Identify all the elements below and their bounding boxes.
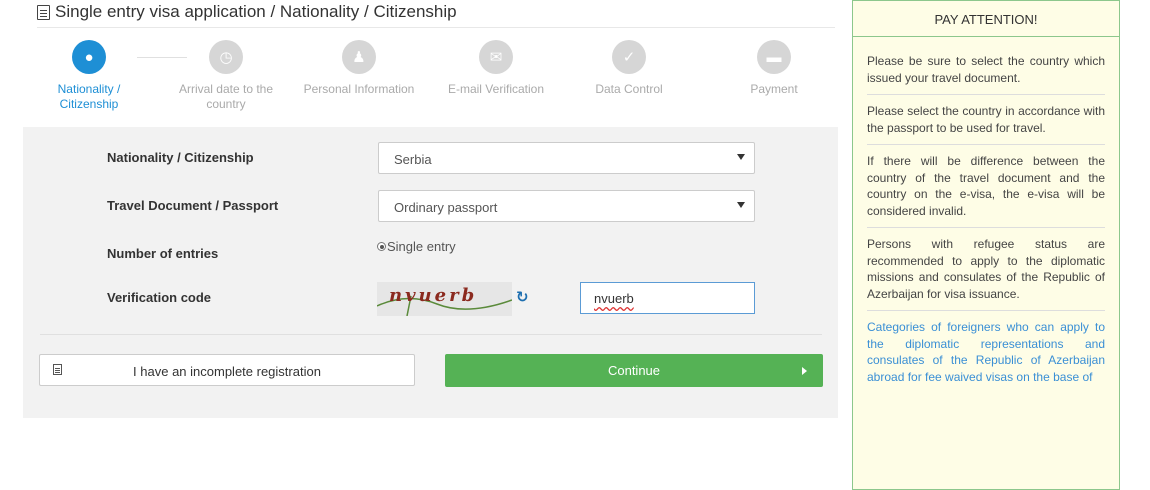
chevron-down-icon <box>737 154 745 160</box>
fee-waived-visas-link[interactable]: Categories of foreigners who can apply t… <box>867 319 1105 385</box>
document-icon <box>37 4 50 20</box>
entries-label: Number of entries <box>107 246 219 261</box>
step-label: E-mail Verification <box>447 82 545 96</box>
clock-icon: ◷ <box>209 40 243 74</box>
title-divider <box>37 27 835 28</box>
attention-title: PAY ATTENTION! <box>853 1 1119 37</box>
step-label: Arrival date to the country <box>178 82 274 111</box>
envelope-icon: ✉ <box>479 40 513 74</box>
step-data-control: ✓ Data Control <box>554 40 704 97</box>
travel-document-select[interactable]: Ordinary passport <box>378 190 755 222</box>
user-icon: ♟ <box>342 40 376 74</box>
radio-selected-icon <box>377 242 386 251</box>
page-title-text: Single entry visa application / National… <box>55 2 457 21</box>
incomplete-registration-label: I have an incomplete registration <box>133 364 321 379</box>
form-divider <box>40 334 822 335</box>
continue-label: Continue <box>607 363 661 378</box>
verification-code-input[interactable]: nvuerb <box>580 282 755 314</box>
step-label: Personal Information <box>303 82 415 96</box>
credit-card-icon: ▬ <box>757 40 791 74</box>
step-arrival-date: ◷ Arrival date to the country <box>151 40 301 112</box>
captcha-image: nvuerb <box>377 282 512 316</box>
progress-stepper: ● Nationality / Citizenship ◷ Arrival da… <box>44 40 834 125</box>
attention-text: Persons with refugee status are recommen… <box>867 236 1105 311</box>
attention-body: Please be sure to select the country whi… <box>853 37 1119 385</box>
arrow-right-icon <box>802 367 807 375</box>
refresh-icon[interactable]: ↻ <box>516 288 529 306</box>
incomplete-registration-button[interactable]: I have an incomplete registration <box>39 354 415 386</box>
continue-button[interactable]: Continue <box>445 354 823 387</box>
nationality-label: Nationality / Citizenship <box>107 150 254 165</box>
step-email-verification: ✉ E-mail Verification <box>421 40 571 97</box>
step-label: Payment <box>750 82 798 96</box>
step-label: Data Control <box>595 82 663 96</box>
travel-document-label: Travel Document / Passport <box>107 198 279 213</box>
step-nationality[interactable]: ● Nationality / Citizenship <box>14 40 164 112</box>
step-personal-info: ♟ Personal Information <box>284 40 434 97</box>
single-entry-label: Single entry <box>387 239 456 254</box>
verification-label: Verification code <box>107 290 212 305</box>
captcha-text: nvuerb <box>389 285 478 306</box>
attention-text: Please select the country in accordance … <box>867 103 1105 145</box>
nationality-value: Serbia <box>394 152 432 167</box>
travel-document-value: Ordinary passport <box>394 200 498 215</box>
check-icon: ✓ <box>612 40 646 74</box>
step-label: Nationality / Citizenship <box>57 82 121 111</box>
single-entry-radio[interactable]: Single entry <box>377 239 456 254</box>
globe-icon: ● <box>72 40 106 74</box>
chevron-down-icon <box>737 202 745 208</box>
attention-text: Please be sure to select the country whi… <box>867 53 1105 95</box>
nationality-select[interactable]: Serbia <box>378 142 755 174</box>
page-title: Single entry visa application / National… <box>37 2 457 22</box>
step-payment: ▬ Payment <box>699 40 849 97</box>
attention-panel: PAY ATTENTION! Please be sure to select … <box>852 0 1120 490</box>
attention-text: If there will be difference between the … <box>867 153 1105 228</box>
